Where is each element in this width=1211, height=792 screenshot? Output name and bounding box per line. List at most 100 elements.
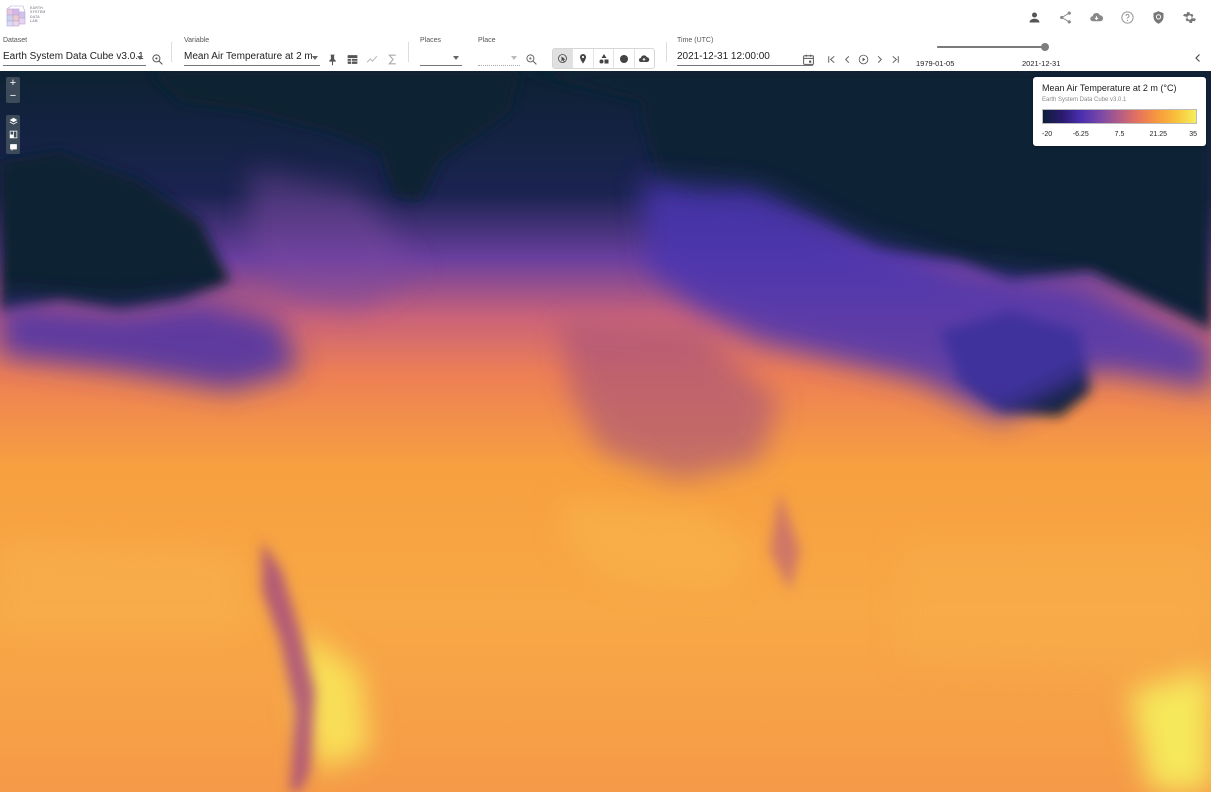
chevron-down-icon — [453, 56, 459, 60]
places-label: Places — [420, 37, 442, 44]
time-field[interactable]: Time (UTC) 2021-12-31 12:00:00 — [677, 34, 814, 71]
sigma-icon — [387, 54, 396, 64]
calendar-button[interactable] — [799, 50, 817, 68]
point-mode-button[interactable] — [573, 49, 594, 68]
last-step-button[interactable] — [887, 50, 903, 68]
place-select[interactable]: Place — [478, 34, 520, 71]
zoom-out-button[interactable]: − — [6, 90, 20, 103]
skip-first-icon — [827, 55, 835, 63]
legend-title: Mean Air Temperature at 2 m (°C) — [1042, 83, 1177, 93]
settings-button[interactable] — [1174, 6, 1205, 28]
color-legend[interactable]: Mean Air Temperature at 2 m (°C) Earth S… — [1033, 77, 1206, 146]
point-mode-icon — [580, 53, 587, 63]
skip-last-icon — [891, 55, 899, 63]
collapse-panel-button[interactable] — [1191, 51, 1205, 65]
search-location-icon — [151, 53, 163, 65]
help-icon — [1121, 10, 1134, 24]
logo-wordmark: EARTH SYSTEM DATA LAB — [30, 6, 46, 24]
zoom-control: + − — [6, 77, 20, 103]
temperature-layer — [0, 71, 1211, 792]
zoom-in-button[interactable]: + — [6, 77, 20, 90]
table-icon — [347, 54, 357, 64]
legend-tick: -6.25 — [1072, 131, 1089, 138]
map-view[interactable]: + − — [0, 71, 1211, 792]
compare-button[interactable] — [6, 128, 20, 141]
divider — [666, 42, 667, 62]
chevron-left-icon — [844, 55, 849, 63]
info-button[interactable] — [6, 141, 20, 154]
legend-tick: 35 — [1189, 131, 1197, 138]
download-button[interactable] — [1081, 6, 1112, 28]
chevron-right-icon — [877, 55, 882, 63]
layers-icon — [9, 117, 17, 125]
dataset-select[interactable]: Dataset Earth System Data Cube v3.0.1 — [3, 34, 148, 71]
play-circle-icon — [858, 54, 868, 64]
circle-mode-icon — [619, 54, 628, 63]
time-value[interactable]: 2021-12-31 12:00:00 — [677, 49, 813, 66]
shapes-mode-icon — [599, 53, 609, 63]
select-mode-icon — [557, 53, 567, 63]
chevron-down-icon — [312, 56, 318, 60]
time-range-end: 2021-12-31 — [1022, 59, 1061, 68]
legend-colorbar[interactable] — [1042, 109, 1197, 124]
pin-variable-button[interactable] — [323, 50, 341, 68]
variable-select[interactable]: Variable Mean Air Temperature at 2 m — [184, 34, 321, 71]
chevron-down-icon — [511, 56, 517, 60]
legend-subtitle: Earth System Data Cube v3.0.1 — [1042, 97, 1127, 103]
cloud-download-icon — [1090, 12, 1104, 21]
line-chart-icon — [366, 55, 377, 63]
time-range-slider[interactable] — [937, 43, 1049, 51]
user-button[interactable] — [1019, 6, 1050, 28]
statistics-button[interactable] — [383, 50, 401, 68]
help-button[interactable] — [1112, 6, 1143, 28]
next-step-button[interactable] — [871, 50, 887, 68]
time-range-start: 1979-01-05 — [916, 59, 955, 68]
variable-value[interactable]: Mean Air Temperature at 2 m — [184, 49, 320, 66]
select-mode-button[interactable] — [553, 49, 574, 68]
chevron-down-icon — [137, 56, 143, 60]
shield-icon — [1153, 10, 1164, 24]
calendar-icon — [802, 54, 814, 65]
variable-label: Variable — [184, 37, 210, 44]
share-button[interactable] — [1050, 6, 1081, 28]
comment-icon — [9, 144, 17, 151]
time-label: Time (UTC) — [677, 37, 714, 44]
place-label: Place — [478, 37, 496, 44]
share-icon — [1060, 11, 1071, 23]
app-logo[interactable]: EARTH SYSTEM DATA LAB — [5, 4, 49, 28]
legend-ticks: -20 -6.25 7.5 21.25 35 — [1042, 131, 1197, 141]
upload-icon — [639, 54, 650, 62]
place-search-button[interactable] — [522, 50, 540, 68]
divider — [408, 42, 409, 62]
time-series-button[interactable] — [363, 50, 381, 68]
prev-step-button[interactable] — [839, 50, 855, 68]
privacy-button[interactable] — [1143, 6, 1174, 28]
layer-tools — [6, 115, 20, 154]
chevron-left-icon — [1195, 54, 1200, 62]
first-step-button[interactable] — [823, 50, 839, 68]
shapes-mode-button[interactable] — [594, 49, 615, 68]
app-bar-actions — [1019, 6, 1205, 28]
places-select[interactable]: Places — [420, 34, 462, 71]
dataset-search-button[interactable] — [148, 50, 166, 68]
upload-places-button[interactable] — [635, 49, 654, 68]
table-view-button[interactable] — [343, 50, 361, 68]
settings-icon — [1183, 11, 1196, 23]
interaction-mode-group — [552, 48, 655, 69]
app-bar: EARTH SYSTEM DATA LAB — [0, 0, 1211, 34]
time-player — [823, 50, 903, 68]
circle-mode-button[interactable] — [614, 49, 635, 68]
dataset-value[interactable]: Earth System Data Cube v3.0.1 — [3, 49, 146, 66]
control-bar: Dataset Earth System Data Cube v3.0.1 Va… — [0, 34, 1211, 71]
legend-tick: -20 — [1042, 131, 1053, 138]
divider — [171, 42, 172, 62]
slider-thumb[interactable] — [1041, 43, 1049, 51]
play-button[interactable] — [855, 50, 871, 68]
layers-button[interactable] — [6, 115, 20, 128]
dataset-label: Dataset — [3, 37, 28, 44]
pin-icon — [328, 54, 336, 65]
cube-logo-icon — [6, 5, 26, 27]
legend-tick: 21.25 — [1149, 131, 1168, 138]
legend-tick: 7.5 — [1114, 131, 1125, 138]
user-icon — [1029, 12, 1040, 22]
